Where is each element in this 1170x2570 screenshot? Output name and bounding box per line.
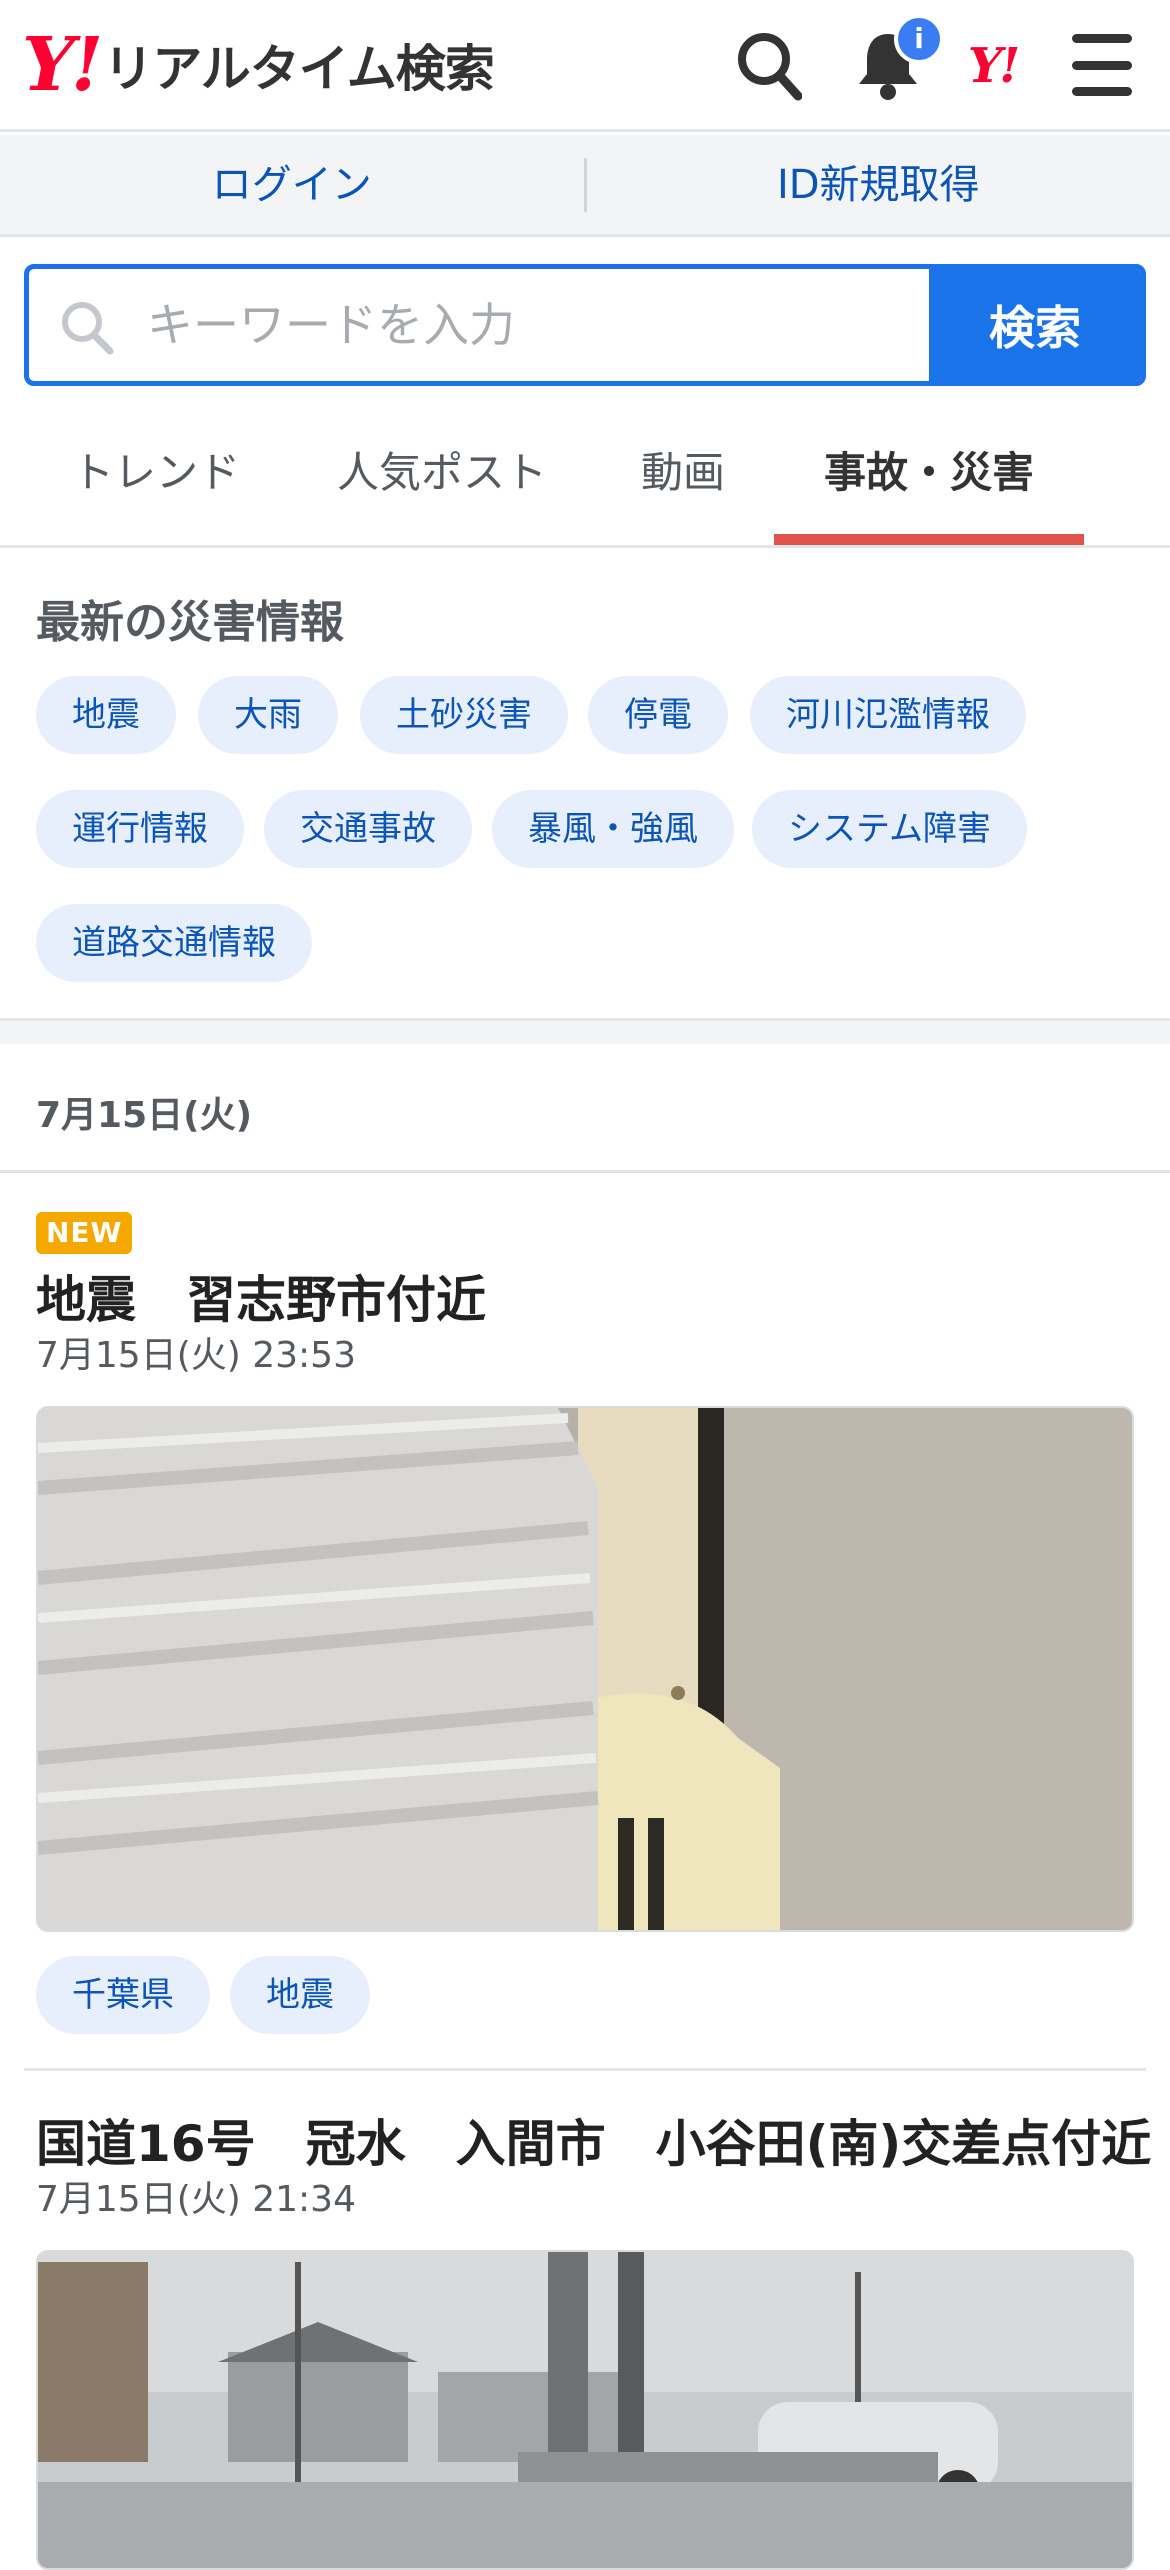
tag-prefecture[interactable]: 千葉県: [36, 1956, 210, 2034]
yahoo-logo-mark: Y!: [22, 28, 99, 102]
section-divider: [0, 1018, 1170, 1044]
tab-accident-disaster[interactable]: 事故・災害: [774, 412, 1084, 545]
post-image[interactable]: [36, 2250, 1134, 2570]
post-divider: [24, 2068, 1146, 2071]
chip-power-outage[interactable]: 停電: [588, 676, 728, 754]
search-icon[interactable]: [734, 28, 804, 104]
post-image[interactable]: [36, 1406, 1134, 1932]
search-form: 検索: [24, 264, 1146, 386]
chip-train-info[interactable]: 運行情報: [36, 790, 244, 868]
disaster-section-title: 最新の災害情報: [36, 586, 344, 650]
signup-link[interactable]: ID新規取得: [587, 134, 1170, 236]
post-time: 7月15日(火) 21:34: [36, 2170, 356, 2222]
search-field-wrap: [29, 269, 929, 381]
search-input[interactable]: [29, 269, 929, 381]
active-tab-indicator: [774, 534, 1084, 545]
notification-badge: i: [894, 14, 944, 64]
yahoo-logo-icon[interactable]: Y!: [968, 36, 1052, 96]
search-button[interactable]: 検索: [929, 269, 1141, 381]
chip-traffic-accident[interactable]: 交通事故: [264, 790, 472, 868]
logo-title: リアルタイム検索: [103, 29, 494, 101]
tab-popular-posts[interactable]: 人気ポスト: [322, 412, 562, 545]
chip-system-failure[interactable]: システム障害: [752, 790, 1027, 868]
menu-line: [1072, 61, 1132, 70]
tab-video[interactable]: 動画: [616, 412, 750, 545]
chip-storm-wind[interactable]: 暴風・強風: [492, 790, 734, 868]
date-divider: [0, 1170, 1170, 1173]
menu-line: [1072, 34, 1132, 43]
chip-road-traffic[interactable]: 道路交通情報: [36, 904, 312, 982]
new-badge: NEW: [36, 1212, 132, 1254]
chip-heavy-rain[interactable]: 大雨: [198, 676, 338, 754]
post-time: 7月15日(火) 23:53: [36, 1326, 356, 1378]
chip-river-flood[interactable]: 河川氾濫情報: [750, 676, 1026, 754]
menu-icon[interactable]: [1070, 34, 1134, 96]
tag-category[interactable]: 地震: [230, 1956, 370, 2034]
category-tabs: トレンド 人気ポスト 動画 事故・災害: [0, 412, 1170, 548]
app-header: Y! リアルタイム検索 i Y!: [0, 0, 1170, 132]
menu-line: [1072, 87, 1132, 96]
yahoo-realtime-logo[interactable]: Y! リアルタイム検索: [22, 30, 494, 100]
tab-trend[interactable]: トレンド: [44, 412, 268, 545]
chip-earthquake[interactable]: 地震: [36, 676, 176, 754]
date-header: 7月15日(火): [36, 1086, 252, 1138]
login-link[interactable]: ログイン: [0, 134, 584, 236]
post-title[interactable]: 国道16号 冠水 入間市 小谷田(南)交差点付近: [36, 2104, 1151, 2176]
post-title[interactable]: 地震 習志野市付近: [36, 1260, 486, 1332]
chip-landslide[interactable]: 土砂災害: [360, 676, 568, 754]
auth-bar: ログイン ID新規取得: [0, 135, 1170, 237]
search-field-icon: [59, 299, 115, 355]
